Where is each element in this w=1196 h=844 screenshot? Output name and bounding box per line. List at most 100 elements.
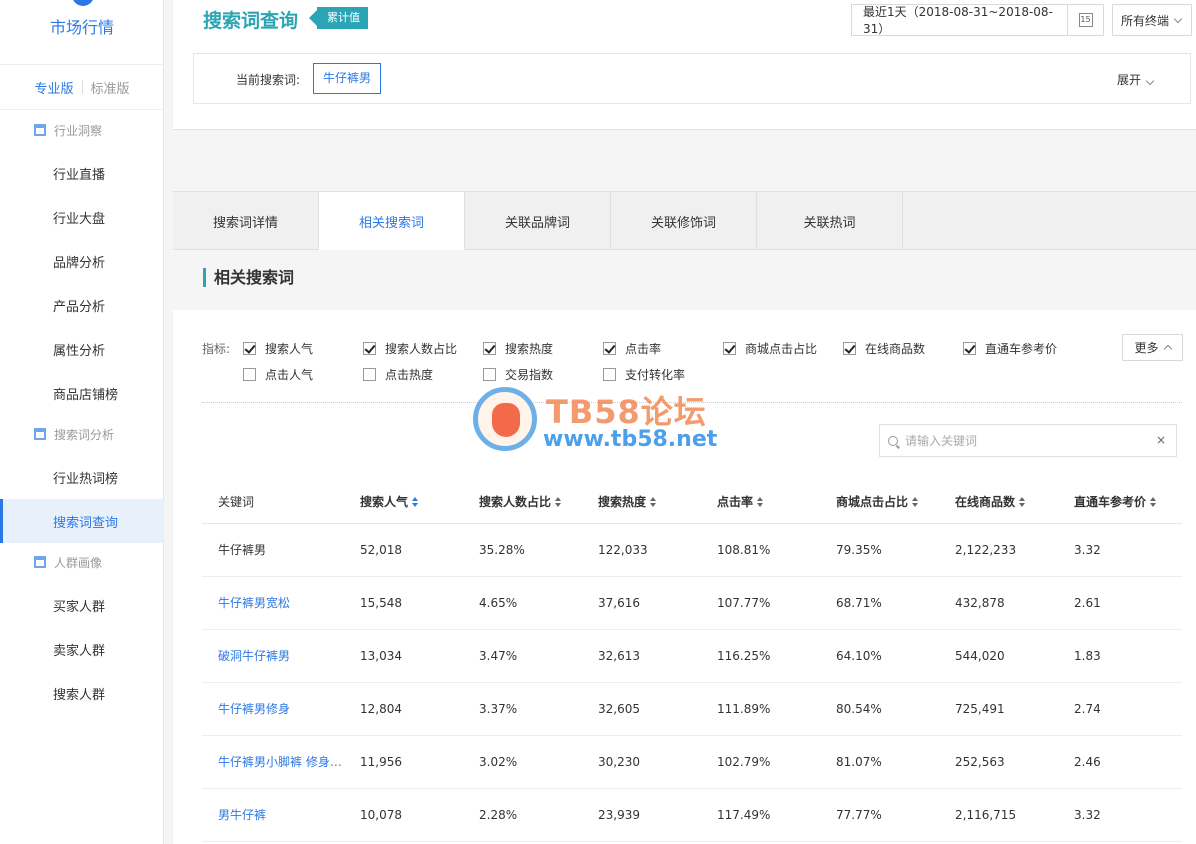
checkbox-checked-icon bbox=[723, 342, 736, 355]
nav-group-label: 人群画像 bbox=[54, 555, 103, 570]
indicator-click-rate[interactable]: 点击率 bbox=[603, 340, 661, 357]
checkbox-empty-icon bbox=[483, 368, 496, 381]
col-header-search-popularity[interactable]: 搜索人气 bbox=[344, 480, 463, 524]
indicator-ztc-price[interactable]: 直通车参考价 bbox=[963, 340, 1057, 357]
section-title: 相关搜索词 bbox=[203, 268, 294, 287]
edition-pro-tab[interactable]: 专业版 bbox=[34, 78, 73, 97]
table-cell: 13,034 bbox=[344, 629, 463, 683]
table-cell: 2.28% bbox=[463, 788, 582, 842]
tab-related-modifiers[interactable]: 关联修饰词 bbox=[611, 192, 757, 250]
indicator-mall-click-share[interactable]: 商城点击占比 bbox=[723, 340, 817, 357]
building-icon bbox=[34, 428, 46, 440]
checkbox-checked-icon bbox=[363, 342, 376, 355]
logo-icon bbox=[72, 0, 94, 6]
section-header: 相关搜索词 bbox=[173, 250, 1196, 310]
table-cell: 37,616 bbox=[582, 576, 701, 630]
indicator-search-heat[interactable]: 搜索热度 bbox=[483, 340, 553, 357]
indicator-label-text: 搜索人数占比 bbox=[385, 342, 458, 356]
col-header-click-rate[interactable]: 点击率 bbox=[701, 480, 820, 524]
indicator-click-popularity[interactable]: 点击人气 bbox=[243, 366, 313, 383]
search-icon bbox=[888, 435, 898, 446]
col-header-search-heat[interactable]: 搜索热度 bbox=[582, 480, 701, 524]
sidebar-item-search-query[interactable]: 搜索词查询 bbox=[0, 499, 164, 543]
table-cell: 11,956 bbox=[344, 735, 463, 789]
table-row: 牛仔裤男修身 12,804 3.37% 32,605 111.89% 80.54… bbox=[202, 682, 1182, 736]
table-cell: 3.37% bbox=[463, 682, 582, 736]
edition-standard-tab[interactable]: 标准版 bbox=[91, 78, 130, 97]
table-cell: 52,018 bbox=[344, 523, 463, 577]
date-range-picker[interactable]: 最近1天（2018-08-31~2018-08-31） 15 bbox=[851, 4, 1104, 36]
indicator-search-popularity[interactable]: 搜索人气 bbox=[243, 340, 313, 357]
keyword-link[interactable]: 男牛仔裤 bbox=[202, 788, 344, 842]
indicator-searcher-share[interactable]: 搜索人数占比 bbox=[363, 340, 457, 357]
col-header-searcher-share[interactable]: 搜索人数占比 bbox=[463, 480, 582, 524]
expand-toggle[interactable]: 展开 bbox=[1117, 71, 1155, 88]
sort-icon[interactable] bbox=[555, 497, 562, 508]
table-cell: 2.46 bbox=[1058, 735, 1182, 789]
tab-related-words[interactable]: 相关搜索词 bbox=[319, 192, 465, 251]
tab-search-detail[interactable]: 搜索词详情 bbox=[173, 192, 319, 250]
tab-related-hot-words[interactable]: 关联热词 bbox=[757, 192, 903, 250]
table-cell: 2,122,233 bbox=[939, 523, 1058, 577]
more-button[interactable]: 更多 bbox=[1122, 334, 1183, 361]
table-cell: 79.35% bbox=[820, 523, 939, 577]
table-cell: 64.10% bbox=[820, 629, 939, 683]
table-cell: 12,804 bbox=[344, 682, 463, 736]
tab-related-brands[interactable]: 关联品牌词 bbox=[465, 192, 611, 250]
sort-icon[interactable] bbox=[412, 497, 419, 508]
keyword-search-box: × bbox=[879, 424, 1177, 457]
table-cell: 32,613 bbox=[582, 629, 701, 683]
edition-switch: 专业版 标准版 bbox=[0, 64, 164, 110]
sidebar-item-product-analysis[interactable]: 产品分析 bbox=[0, 283, 164, 327]
table-cell: 23,939 bbox=[582, 788, 701, 842]
indicator-online-items[interactable]: 在线商品数 bbox=[843, 340, 925, 357]
indicator-click-heat[interactable]: 点击热度 bbox=[363, 366, 433, 383]
table-cell: 432,878 bbox=[939, 576, 1058, 630]
clear-icon[interactable]: × bbox=[1156, 433, 1166, 447]
col-header-mall-click-share[interactable]: 商城点击占比 bbox=[820, 480, 939, 524]
keyword-cell: 牛仔裤男 bbox=[202, 523, 344, 577]
indicator-label-text: 搜索热度 bbox=[505, 342, 554, 356]
sort-icon[interactable] bbox=[1019, 497, 1026, 508]
chevron-down-icon bbox=[1173, 14, 1183, 23]
keyword-link[interactable]: 牛仔裤男小脚裤 修身 ... bbox=[202, 735, 344, 789]
sidebar-item-buyers[interactable]: 买家人群 bbox=[0, 583, 164, 627]
sort-icon[interactable] bbox=[650, 497, 657, 508]
calendar-button[interactable]: 15 bbox=[1067, 5, 1103, 35]
table-cell: 2.74 bbox=[1058, 682, 1182, 736]
current-keyword-bar: 当前搜索词: 牛仔裤男 展开 bbox=[193, 53, 1191, 104]
sidebar-item-brand-analysis[interactable]: 品牌分析 bbox=[0, 239, 164, 283]
keyword-search-input[interactable] bbox=[905, 433, 1145, 448]
table-cell: 32,605 bbox=[582, 682, 701, 736]
sidebar-item-sellers[interactable]: 卖家人群 bbox=[0, 627, 164, 671]
checkbox-empty-icon bbox=[363, 368, 376, 381]
table-cell: 117.49% bbox=[701, 788, 820, 842]
table-header-row: 关键词 搜索人气 搜索人数占比 搜索热度 点击率 商城点击占比 在线商品数 直通… bbox=[202, 480, 1182, 524]
keyword-link[interactable]: 牛仔裤男宽松 bbox=[202, 576, 344, 630]
sidebar-item-shop-ranking[interactable]: 商品店铺榜 bbox=[0, 371, 164, 415]
col-header-keyword: 关键词 bbox=[202, 480, 344, 524]
table-cell: 35.28% bbox=[463, 523, 582, 577]
keyword-link[interactable]: 牛仔裤男修身 bbox=[202, 682, 344, 736]
sort-icon[interactable] bbox=[912, 497, 919, 508]
sidebar-item-industry-live[interactable]: 行业直播 bbox=[0, 151, 164, 195]
sort-icon[interactable] bbox=[1150, 497, 1157, 508]
indicator-pay-conversion[interactable]: 支付转化率 bbox=[603, 366, 685, 383]
sort-icon[interactable] bbox=[757, 497, 764, 508]
checkbox-checked-icon bbox=[483, 342, 496, 355]
terminal-select[interactable]: 所有终端 bbox=[1112, 4, 1192, 36]
sidebar-item-attribute-analysis[interactable]: 属性分析 bbox=[0, 327, 164, 371]
sidebar-item-searchers[interactable]: 搜索人群 bbox=[0, 671, 164, 715]
sidebar-item-industry-overview[interactable]: 行业大盘 bbox=[0, 195, 164, 239]
col-header-online-items[interactable]: 在线商品数 bbox=[939, 480, 1058, 524]
table-row: 牛仔裤男 52,018 35.28% 122,033 108.81% 79.35… bbox=[202, 523, 1182, 577]
app-title: 市场行情 bbox=[49, 18, 114, 37]
current-keyword-chip[interactable]: 牛仔裤男 bbox=[313, 63, 382, 94]
table-cell: 3.02% bbox=[463, 735, 582, 789]
sidebar-item-hot-words[interactable]: 行业热词榜 bbox=[0, 455, 164, 499]
table-cell: 116.25% bbox=[701, 629, 820, 683]
indicator-trade-index[interactable]: 交易指数 bbox=[483, 366, 553, 383]
table-cell: 77.77% bbox=[820, 788, 939, 842]
keyword-link[interactable]: 破洞牛仔裤男 bbox=[202, 629, 344, 683]
col-header-ztc-price[interactable]: 直通车参考价 bbox=[1058, 480, 1182, 524]
